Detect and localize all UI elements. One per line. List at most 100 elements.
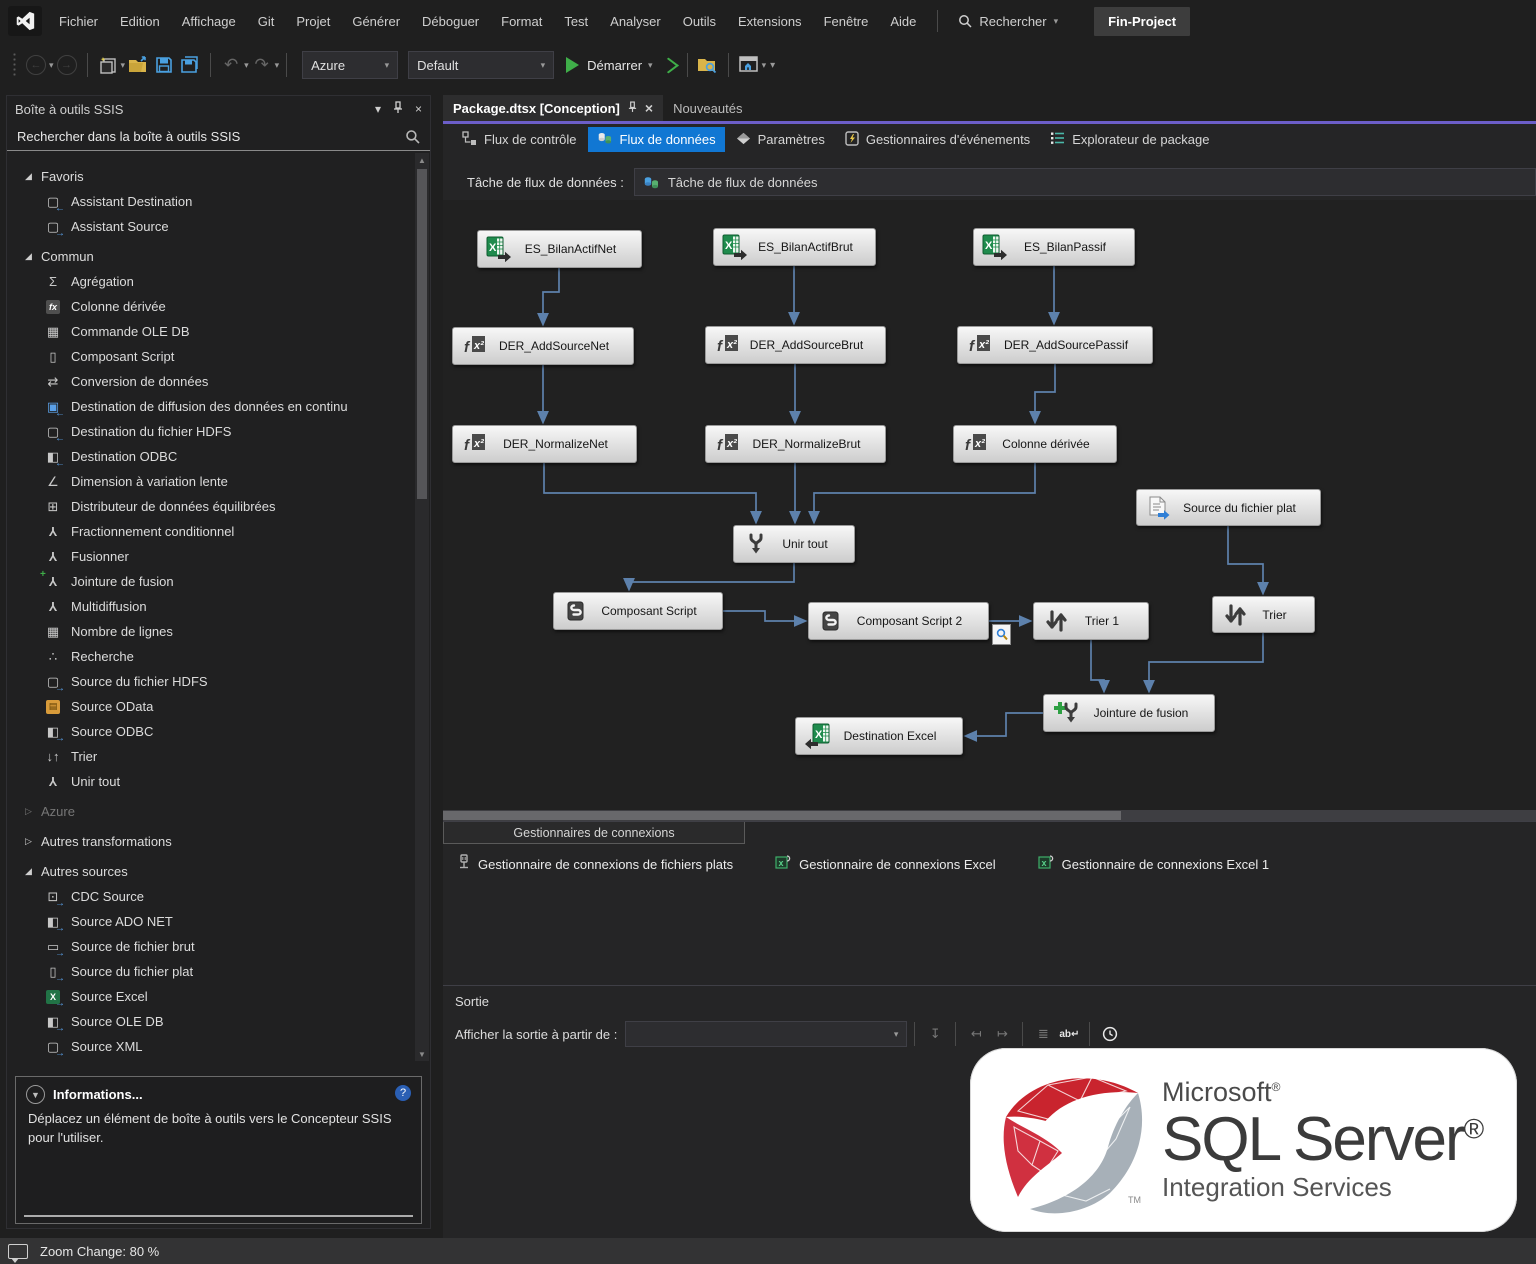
scrollbar-thumb[interactable] (443, 811, 1121, 820)
flow-node-der-addsourcenet[interactable]: fx²DER_AddSourceNet (452, 327, 634, 365)
menu-item-format[interactable]: Format (490, 9, 553, 34)
flow-edge-0[interactable] (543, 268, 559, 324)
canvas-horizontal-scrollbar[interactable] (443, 810, 1536, 821)
connection-managers-tab[interactable]: Gestionnaires de connexions (443, 822, 745, 844)
toolbox-section-azure[interactable]: ▷Azure (7, 799, 430, 824)
toolbox-item-destination-odbc[interactable]: ◧←Destination ODBC (7, 444, 430, 469)
menu-item-outils[interactable]: Outils (672, 9, 727, 34)
toolbox-item-source-du-fichier-hdfs[interactable]: ▢→Source du fichier HDFS (7, 669, 430, 694)
flow-node-es-bilanactifbrut[interactable]: XES_BilanActifBrut (713, 228, 876, 266)
toolbox-item-destination-du-fichier-hdfs[interactable]: ▢←Destination du fichier HDFS (7, 419, 430, 444)
flow-node-es-bilanpassif[interactable]: XES_BilanPassif (973, 228, 1135, 266)
flow-node-jointure-de-fusion[interactable]: Jointure de fusion (1043, 694, 1215, 732)
clock-icon[interactable] (1097, 1023, 1123, 1045)
flow-edge-8[interactable] (814, 463, 1035, 522)
start-without-debug-button[interactable] (655, 51, 679, 79)
toolbox-search-input[interactable]: Rechercher dans la boîte à outils SSIS (7, 122, 430, 151)
tab-flux-de-donn-es[interactable]: Flux de données (588, 127, 725, 152)
toolbox-section-autres-sources[interactable]: ◢Autres sources (7, 859, 430, 884)
toolbar-grip[interactable] (12, 52, 17, 78)
toolbox-item-multidiffusion[interactable]: YMultidiffusion (7, 594, 430, 619)
toolbox-item-fractionnement-conditionnel[interactable]: YFractionnement conditionnel (7, 519, 430, 544)
connection-manager-gestionnaire-de-connexions-excel[interactable]: xGestionnaire de connexions Excel (775, 854, 996, 874)
project-badge[interactable]: Fin-Project (1094, 7, 1190, 36)
menu-item-fen-tre[interactable]: Fenêtre (813, 9, 880, 34)
toolbox-item-composant-script[interactable]: ▯Composant Script (7, 344, 430, 369)
close-icon[interactable]: × (645, 100, 653, 116)
toolbox-item-cdc-source[interactable]: ⊡→CDC Source (7, 884, 430, 909)
flow-edge-13[interactable] (1228, 526, 1263, 593)
data-flow-task-selector[interactable]: Tâche de flux de données (634, 168, 1536, 196)
tab-param-tres[interactable]: Paramètres (727, 127, 834, 152)
toolbox-item-source-odata[interactable]: ▤Source OData (7, 694, 430, 719)
flow-node-unir-tout[interactable]: Unir tout (733, 525, 855, 563)
help-icon[interactable]: ? (395, 1085, 411, 1101)
flow-node-destination-excel[interactable]: XDestination Excel (795, 717, 963, 755)
toolbox-item-source-xml[interactable]: ▢→Source XML (7, 1034, 430, 1059)
word-wrap-icon[interactable]: ab↵ (1056, 1023, 1082, 1045)
toolbox-item-unir-tout[interactable]: YUnir tout (7, 769, 430, 794)
flow-edge-6[interactable] (544, 463, 756, 522)
open-file-button[interactable] (126, 51, 150, 79)
flow-node-composant-script[interactable]: Composant Script (553, 592, 723, 630)
flow-node-der-normalizenet[interactable]: fx²DER_NormalizeNet (452, 425, 637, 463)
flow-node-colonne-d-riv-e[interactable]: fx²Colonne dérivée (953, 425, 1117, 463)
toolbox-item-fusionner[interactable]: YFusionner (7, 544, 430, 569)
menu-item-g-n-rer[interactable]: Générer (341, 9, 411, 34)
flow-edge-12[interactable] (1091, 640, 1104, 691)
new-project-button[interactable] (96, 51, 120, 79)
connection-manager-gestionnaire-de-connexions-de-fichiers-plats[interactable]: Gestionnaire de connexions de fichiers p… (457, 854, 733, 874)
toolbox-item-source-de-fichier-brut[interactable]: ▭→Source de fichier brut (7, 934, 430, 959)
toolbox-section-autres-transformations[interactable]: ▷Autres transformations (7, 829, 430, 854)
scroll-up-icon[interactable]: ▲ (415, 153, 429, 167)
configuration-dropdown[interactable]: Azure▾ (302, 51, 398, 79)
toolbox-item-destination-de-diffusion-des-donn-es-en-continu[interactable]: ▣←Destination de diffusion des données e… (7, 394, 430, 419)
menu-item-projet[interactable]: Projet (285, 9, 341, 34)
data-flow-canvas[interactable]: XES_BilanActifNetXES_BilanActifBrutXES_B… (443, 200, 1536, 810)
toolbox-item-trier[interactable]: ↓↑Trier (7, 744, 430, 769)
menu-item-aide[interactable]: Aide (879, 9, 927, 34)
doc-tab-nouveaut-s[interactable]: Nouveautés (663, 95, 752, 121)
save-button[interactable] (152, 51, 176, 79)
flow-edge-10[interactable] (723, 611, 805, 621)
undo-button[interactable]: ↶ (219, 51, 243, 79)
flow-edge-5[interactable] (1035, 364, 1055, 422)
prev-message-icon[interactable]: ↤ (963, 1023, 989, 1045)
toolbox-item-nombre-de-lignes[interactable]: ▦Nombre de lignes (7, 619, 430, 644)
menu-item-d-boguer[interactable]: Déboguer (411, 9, 490, 34)
toolbox-section-favoris[interactable]: ◢Favoris (7, 164, 430, 189)
toolbox-item-jointure-de-fusion[interactable]: Y+Jointure de fusion (7, 569, 430, 594)
flow-node-source-du-fichier-plat[interactable]: Source du fichier plat (1136, 489, 1321, 526)
scrollbar-thumb[interactable] (417, 169, 427, 499)
flow-node-der-addsourcepassif[interactable]: fx²DER_AddSourcePassif (957, 326, 1153, 364)
close-icon[interactable]: × (415, 102, 422, 116)
start-debug-button[interactable]: Démarrer▾ (566, 51, 652, 79)
navigate-back-button[interactable]: ← (24, 51, 48, 79)
add-to-source-control-button[interactable] (696, 51, 720, 79)
tab-gestionnaires-d-v-nements[interactable]: Gestionnaires d'événements (836, 127, 1039, 152)
toolbox-item-conversion-de-donn-es[interactable]: ⇄Conversion de données (7, 369, 430, 394)
flow-node-trier-1[interactable]: Trier 1 (1033, 602, 1149, 640)
menu-item-test[interactable]: Test (553, 9, 599, 34)
menu-item-edition[interactable]: Edition (109, 9, 171, 34)
toolbox-item-agr-gation[interactable]: ΣAgrégation (7, 269, 430, 294)
pin-icon[interactable] (628, 101, 637, 116)
window-layout-button[interactable] (737, 51, 761, 79)
navigate-forward-button[interactable]: → (55, 51, 79, 79)
flow-node-der-addsourcebrut[interactable]: fx²DER_AddSourceBrut (705, 326, 886, 364)
feedback-icon[interactable] (8, 1244, 28, 1259)
connection-manager-gestionnaire-de-connexions-excel-1[interactable]: xGestionnaire de connexions Excel 1 (1038, 854, 1269, 874)
collapse-chevron-icon[interactable]: ▼ (26, 1085, 45, 1104)
scroll-down-icon[interactable]: ▼ (415, 1047, 429, 1061)
menu-item-git[interactable]: Git (247, 9, 286, 34)
search-button[interactable]: Rechercher ▾ (948, 10, 1068, 33)
output-source-dropdown[interactable]: ▾ (625, 1021, 907, 1047)
menu-item-fichier[interactable]: Fichier (48, 9, 109, 34)
menu-item-analyser[interactable]: Analyser (599, 9, 672, 34)
toolbox-item-source-du-fichier-plat[interactable]: ▯→Source du fichier plat (7, 959, 430, 984)
flow-node-trier[interactable]: Trier (1212, 596, 1315, 633)
toolbox-item-colonne-d-riv-e[interactable]: fxColonne dérivée (7, 294, 430, 319)
flow-edge-9[interactable] (629, 563, 794, 589)
window-menu-icon[interactable]: ▾ (375, 102, 381, 116)
toolbox-item-dimension-variation-lente[interactable]: ∠Dimension à variation lente (7, 469, 430, 494)
